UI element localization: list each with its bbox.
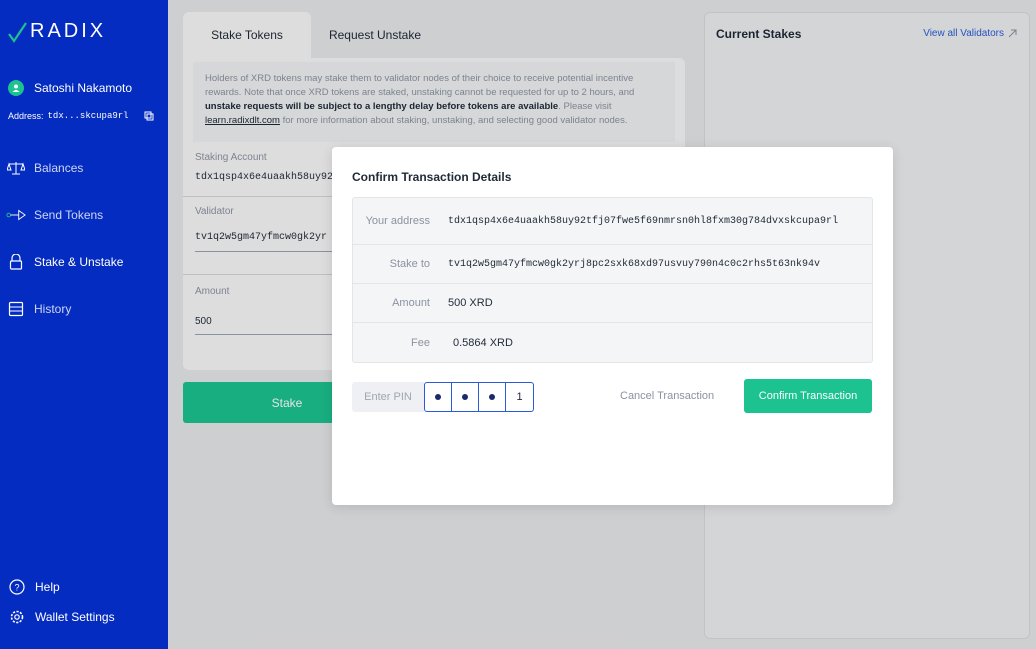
pin-digit-3[interactable] (479, 383, 506, 411)
sidebar-item-send-tokens[interactable]: Send Tokens (6, 203, 166, 227)
confirm-transaction-modal: Confirm Transaction Details Your address… (332, 147, 893, 505)
detail-label: Amount (392, 297, 430, 309)
pin-digit-4[interactable]: 1 (506, 383, 533, 411)
svg-text:?: ? (14, 583, 19, 593)
help-link[interactable]: ? Help (7, 576, 115, 598)
sidebar-item-stake-unstake[interactable]: Stake & Unstake (6, 250, 166, 274)
lock-icon (6, 252, 26, 272)
detail-label: Fee (411, 336, 430, 349)
help-icon: ? (7, 577, 27, 597)
history-icon (6, 299, 26, 319)
radix-check-icon (8, 21, 27, 43)
address-value: tdx...skcupa9rl (47, 111, 129, 121)
cancel-transaction-button[interactable]: Cancel Transaction (620, 390, 714, 402)
sidebar-item-label: Balances (34, 161, 84, 175)
copy-icon[interactable] (143, 110, 155, 122)
detail-value: 500 XRD (448, 297, 493, 309)
detail-label: Your address (365, 215, 430, 227)
pin-dot (435, 394, 441, 400)
gear-icon (7, 607, 27, 627)
detail-value: tdx1qsp4x6e4uaakh58uy92tfj07fwe5f69nmrsn… (448, 215, 839, 227)
detail-label: Stake to (389, 258, 430, 270)
logo-text: RADIX (30, 20, 107, 42)
address-label: Address: (8, 111, 44, 121)
sidebar-item-label: History (34, 302, 72, 316)
wallet-settings-link[interactable]: Wallet Settings (7, 606, 115, 628)
address-row: Address: tdx...skcupa9rl (8, 110, 155, 122)
pin-entry: Enter PIN 1 (352, 382, 534, 412)
radix-logo[interactable]: RADIX (8, 20, 106, 43)
sidebar-bottom: ? Help Wallet Settings (7, 576, 115, 636)
sidebar-item-balances[interactable]: Balances (6, 156, 166, 180)
sidebar: RADIX Satoshi Nakamoto Address: tdx...sk… (0, 0, 168, 649)
avatar (8, 80, 24, 96)
user-name: Satoshi Nakamoto (34, 81, 133, 95)
user-icon (12, 84, 20, 92)
detail-row-stake-to: Stake to tv1q2w5gm47yfmcw0gk2yrj8pc2sxk6… (353, 245, 872, 284)
pin-input: 1 (424, 382, 534, 412)
detail-row-amount: Amount 500 XRD (353, 284, 872, 323)
detail-row-fee: Fee 0.5864 XRD (353, 323, 872, 362)
send-icon (6, 205, 26, 225)
pin-dot (489, 394, 495, 400)
scale-icon (6, 158, 26, 178)
sidebar-item-label: Stake & Unstake (34, 255, 124, 269)
detail-value: 0.5864 XRD (453, 336, 513, 349)
detail-row-address: Your address tdx1qsp4x6e4uaakh58uy92tfj0… (353, 198, 872, 245)
pin-label: Enter PIN (352, 382, 424, 412)
sidebar-nav: Balances Send Tokens Stake & Unstake His… (6, 156, 166, 344)
pin-digit-2[interactable] (452, 383, 479, 411)
detail-value: tv1q2w5gm47yfmcw0gk2yrj8pc2sxk68xd97usvu… (448, 258, 821, 270)
pin-digit-1[interactable] (425, 383, 452, 411)
pin-dot (462, 394, 468, 400)
sidebar-item-label: Send Tokens (34, 208, 104, 222)
modal-title: Confirm Transaction Details (352, 170, 512, 184)
sidebar-item-history[interactable]: History (6, 297, 166, 321)
user-profile: Satoshi Nakamoto (8, 80, 132, 96)
confirm-transaction-button[interactable]: Confirm Transaction (744, 379, 872, 413)
transaction-details: Your address tdx1qsp4x6e4uaakh58uy92tfj0… (352, 197, 873, 363)
wallet-settings-label: Wallet Settings (35, 610, 115, 624)
help-label: Help (35, 580, 60, 594)
